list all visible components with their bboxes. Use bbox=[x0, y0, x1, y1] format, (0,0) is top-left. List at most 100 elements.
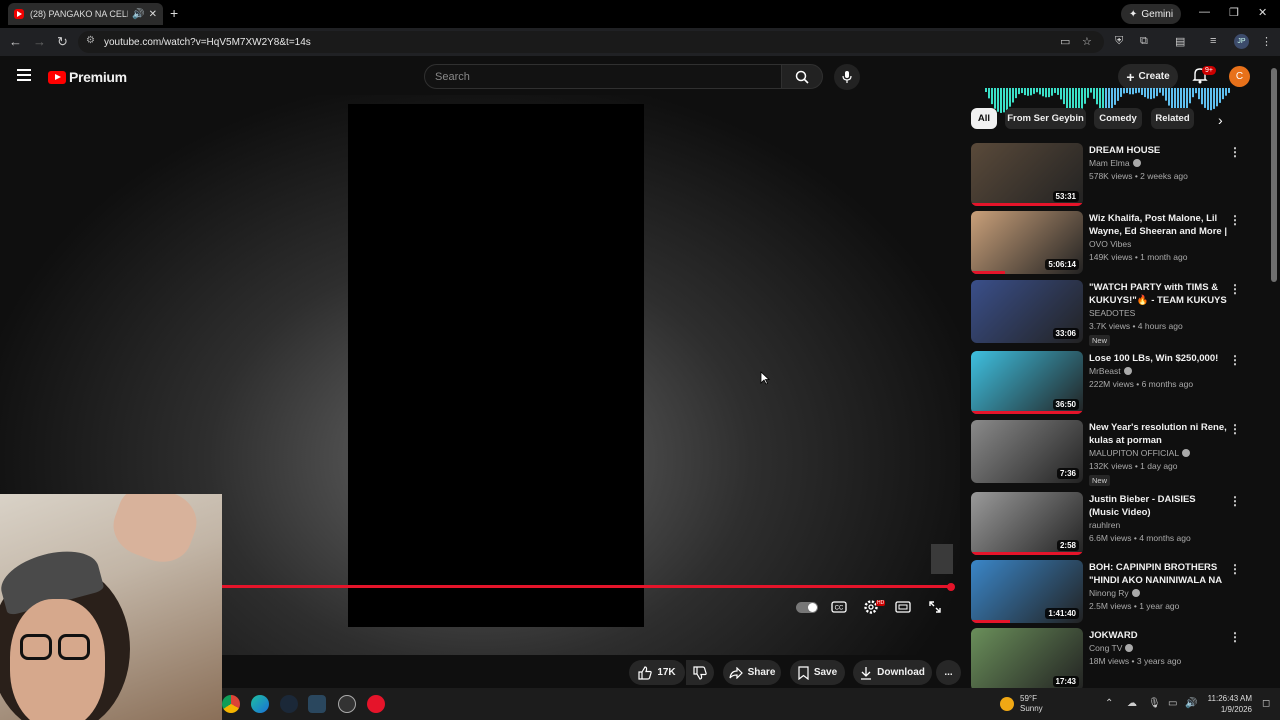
channel-row[interactable]: SEADOTES bbox=[1089, 308, 1135, 318]
mic-tray-icon[interactable]: 🎙 bbox=[1148, 698, 1161, 709]
new-tab-button[interactable]: + bbox=[170, 5, 178, 21]
video-title[interactable]: Wiz Khalifa, Post Malone, Lil Wayne, Ed … bbox=[1089, 212, 1227, 238]
channel-row[interactable]: Ninong Ry bbox=[1089, 588, 1140, 598]
download-button[interactable]: Download bbox=[853, 660, 932, 685]
create-button[interactable]: + Create bbox=[1118, 64, 1178, 89]
theater-mode-button[interactable] bbox=[894, 599, 912, 615]
video-thumbnail[interactable]: 53:31 bbox=[971, 143, 1083, 206]
channel-name[interactable]: Cong TV bbox=[1089, 643, 1122, 653]
recommendation-item[interactable]: 7:36 New Year's resolution ni Rene, kulas… bbox=[971, 420, 1251, 486]
channel-name[interactable]: OVO Vibes bbox=[1089, 239, 1131, 249]
search-input[interactable]: Search bbox=[424, 64, 782, 89]
video-frame[interactable] bbox=[348, 104, 644, 627]
more-options-icon[interactable]: ⋮ bbox=[1229, 562, 1241, 576]
share-button[interactable]: Share bbox=[723, 660, 781, 685]
save-button[interactable]: Save bbox=[790, 660, 845, 685]
more-actions-button[interactable]: ... bbox=[936, 660, 961, 685]
recommendation-item[interactable]: 5:06:14 Wiz Khalifa, Post Malone, Lil Way… bbox=[971, 211, 1251, 275]
more-options-icon[interactable]: ⋮ bbox=[1229, 422, 1241, 436]
more-options-icon[interactable]: ⋮ bbox=[1229, 145, 1241, 159]
dislike-button[interactable] bbox=[686, 660, 714, 685]
gemini-button[interactable]: ✦ Gemini bbox=[1121, 4, 1182, 24]
video-thumbnail[interactable]: 7:36 bbox=[971, 420, 1083, 483]
back-icon[interactable]: ← bbox=[9, 34, 22, 49]
video-thumbnail[interactable]: 5:06:14 bbox=[971, 211, 1083, 274]
volume-icon[interactable]: 🔊 bbox=[1185, 698, 1197, 709]
video-thumbnail[interactable]: 1:41:40 bbox=[971, 560, 1083, 623]
video-title[interactable]: Lose 100 LBs, Win $250,000! bbox=[1089, 352, 1227, 365]
shield-icon[interactable]: ⛨ bbox=[1115, 35, 1123, 48]
video-thumbnail[interactable]: 2:58 bbox=[971, 492, 1083, 555]
recommendation-item[interactable]: 36:50 Lose 100 LBs, Win $250,000! MrBeast 2… bbox=[971, 351, 1251, 415]
video-title[interactable]: BOH: CAPINPIN BROTHERS "HINDI AKO NANINI… bbox=[1089, 561, 1227, 587]
more-options-icon[interactable]: ⋮ bbox=[1229, 630, 1241, 644]
chip-3[interactable]: Related bbox=[1151, 108, 1194, 129]
tray-expand-icon[interactable]: ⌃ bbox=[1105, 698, 1113, 709]
progress-bar[interactable] bbox=[222, 585, 952, 588]
recommendation-item[interactable]: 53:31 DREAM HOUSE Mam Elma 578K views • 2 w… bbox=[971, 143, 1251, 207]
omnibox[interactable]: ⚙ youtube.com/watch?v=HqV5M7XW2Y8&t=14s bbox=[78, 31, 1104, 53]
browser-tab[interactable]: (28) PANGAKO NA CELLPHO 🔊 ✕ bbox=[8, 3, 163, 25]
chip-1[interactable]: From Ser Geybin bbox=[1005, 108, 1086, 129]
weather-widget[interactable]: 59°F Sunny bbox=[1000, 694, 1043, 714]
chrome-icon[interactable] bbox=[222, 695, 240, 713]
endscreen-thumbnail[interactable] bbox=[931, 544, 953, 574]
channel-name[interactable]: Ninong Ry bbox=[1089, 588, 1129, 598]
edge-icon[interactable] bbox=[251, 695, 269, 713]
chip-0[interactable]: All bbox=[971, 108, 997, 129]
notification-center-icon[interactable]: ◻ bbox=[1262, 698, 1270, 709]
channel-row[interactable]: MALUPITON OFFICIAL bbox=[1089, 448, 1191, 458]
browser-profile-avatar[interactable]: JP bbox=[1234, 34, 1249, 49]
video-title[interactable]: JOKWARD bbox=[1089, 629, 1227, 642]
chip-2[interactable]: Comedy bbox=[1094, 108, 1142, 129]
channel-row[interactable]: Mam Elma bbox=[1089, 158, 1141, 168]
more-options-icon[interactable]: ⋮ bbox=[1229, 353, 1241, 367]
scrubber-handle[interactable] bbox=[947, 583, 955, 591]
site-info-icon[interactable]: ⚙ bbox=[86, 35, 95, 46]
like-button[interactable]: 17K bbox=[629, 660, 685, 685]
cast-icon[interactable]: ▭ bbox=[1060, 35, 1070, 48]
video-thumbnail[interactable]: 36:50 bbox=[971, 351, 1083, 414]
video-thumbnail[interactable]: 17:43 bbox=[971, 628, 1083, 691]
channel-row[interactable]: rauhlren bbox=[1089, 520, 1120, 530]
avatar[interactable]: C bbox=[1229, 66, 1250, 87]
forward-icon[interactable]: → bbox=[33, 34, 46, 49]
channel-name[interactable]: rauhlren bbox=[1089, 520, 1120, 530]
channel-name[interactable]: MALUPITON OFFICIAL bbox=[1089, 448, 1179, 458]
window-close-icon[interactable]: ✕ bbox=[1258, 6, 1267, 19]
network-icon[interactable]: ▭ bbox=[1168, 698, 1177, 709]
reload-icon[interactable]: ↻ bbox=[57, 34, 68, 50]
channel-name[interactable]: MrBeast bbox=[1089, 366, 1121, 376]
hamburger-menu-icon[interactable] bbox=[17, 69, 31, 84]
chips-next-icon[interactable]: › bbox=[1218, 112, 1223, 128]
fullscreen-button[interactable] bbox=[926, 599, 944, 615]
recommendation-item[interactable]: 17:43 JOKWARD Cong TV 18M views • 3 years a… bbox=[971, 628, 1251, 692]
video-title[interactable]: DREAM HOUSE bbox=[1089, 144, 1227, 157]
voice-search-button[interactable] bbox=[834, 64, 860, 90]
browser-menu-icon[interactable]: ⋮ bbox=[1261, 35, 1272, 48]
captions-button[interactable]: CC bbox=[830, 599, 848, 615]
bookmark-star-icon[interactable]: ☆ bbox=[1082, 35, 1092, 48]
more-options-icon[interactable]: ⋮ bbox=[1229, 213, 1241, 227]
recommendation-item[interactable]: 33:06 "WATCH PARTY with TIMS & KUKUYS!"🔥 … bbox=[971, 280, 1251, 346]
restore-icon[interactable]: ❐ bbox=[1229, 6, 1239, 19]
minimize-icon[interactable]: — bbox=[1199, 6, 1210, 18]
cloud-icon[interactable]: ☁ bbox=[1127, 698, 1137, 709]
recommendation-item[interactable]: 1:41:40 BOH: CAPINPIN BROTHERS "HINDI AKO… bbox=[971, 560, 1251, 624]
steam-icon[interactable] bbox=[280, 695, 298, 713]
channel-name[interactable]: SEADOTES bbox=[1089, 308, 1135, 318]
more-options-icon[interactable]: ⋮ bbox=[1229, 494, 1241, 508]
steam-active-icon[interactable] bbox=[308, 695, 326, 713]
video-thumbnail[interactable]: 33:06 bbox=[971, 280, 1083, 343]
more-options-icon[interactable]: ⋮ bbox=[1229, 282, 1241, 296]
page-scrollbar[interactable] bbox=[1271, 68, 1277, 282]
search-button[interactable] bbox=[781, 64, 823, 89]
channel-row[interactable]: MrBeast bbox=[1089, 366, 1132, 376]
tab-close-icon[interactable]: ✕ bbox=[149, 9, 157, 20]
extensions-icon[interactable]: ⧉ bbox=[1140, 35, 1148, 48]
sidepanel-icon[interactable]: ▤ bbox=[1175, 35, 1185, 48]
video-title[interactable]: New Year's resolution ni Rene, kulas at … bbox=[1089, 421, 1227, 447]
taskbar-clock[interactable]: 11:26:43 AM 1/9/2026 bbox=[1200, 693, 1252, 715]
video-title[interactable]: Justin Bieber - DAISIES (Music Video) bbox=[1089, 493, 1227, 519]
channel-row[interactable]: Cong TV bbox=[1089, 643, 1134, 653]
